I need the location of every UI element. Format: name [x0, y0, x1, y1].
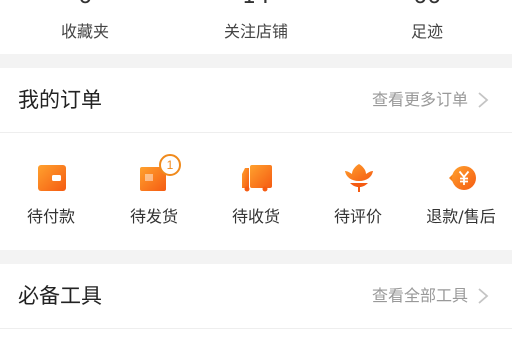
- stats-bar: 6 收藏夹 14 关注店铺 66 足迹: [0, 0, 512, 54]
- order-pending-payment-label: 待付款: [26, 207, 75, 226]
- stat-followed-shops-label: 关注店铺: [223, 22, 288, 41]
- stat-favorites-count: 6: [25, 0, 145, 8]
- refund-yen-icon: [449, 166, 476, 190]
- pending-shipment-badge: 1: [159, 154, 181, 176]
- orders-divider: [0, 132, 512, 133]
- order-pending-shipment[interactable]: 1 待发货: [109, 154, 199, 234]
- view-more-orders-label: 查看更多订单: [371, 90, 468, 109]
- tools-header: 必备工具 查看全部工具: [0, 264, 512, 328]
- stat-footprints-label: 足迹: [410, 22, 443, 41]
- order-pending-receipt[interactable]: 待收货: [211, 162, 301, 234]
- truck-icon: [242, 165, 272, 192]
- orders-title: 我的订单: [18, 88, 102, 112]
- view-more-orders-link[interactable]: 查看更多订单: [372, 89, 490, 111]
- order-pending-review-label: 待评价: [333, 207, 382, 226]
- chevron-right-icon: [478, 288, 489, 304]
- order-refund-aftersale[interactable]: 退款/售后: [416, 162, 506, 234]
- tools-divider: [0, 328, 512, 329]
- order-pending-receipt-label: 待收货: [231, 207, 280, 226]
- order-pending-payment[interactable]: 待付款: [6, 162, 96, 234]
- wallet-icon: [38, 165, 66, 191]
- stat-footprints-count: 66: [367, 0, 487, 8]
- tools-title: 必备工具: [18, 284, 102, 308]
- view-all-tools-link[interactable]: 查看全部工具: [372, 285, 490, 307]
- view-all-tools-label: 查看全部工具: [371, 286, 468, 305]
- order-refund-aftersale-label: 退款/售后: [426, 207, 496, 226]
- tools-card: 必备工具 查看全部工具: [0, 264, 512, 340]
- orders-header: 我的订单 查看更多订单: [0, 68, 512, 132]
- flower-icon: [345, 164, 373, 192]
- order-pending-review[interactable]: 待评价: [313, 162, 403, 234]
- orders-card: 我的订单 查看更多订单 待付款 1 待发货 待收货 待评价 退款/售后: [0, 68, 512, 250]
- order-pending-shipment-label: 待发货: [129, 207, 178, 226]
- stat-favorites-label: 收藏夹: [60, 22, 109, 41]
- chevron-right-icon: [478, 92, 489, 108]
- stat-followed-shops-count: 14: [196, 0, 316, 8]
